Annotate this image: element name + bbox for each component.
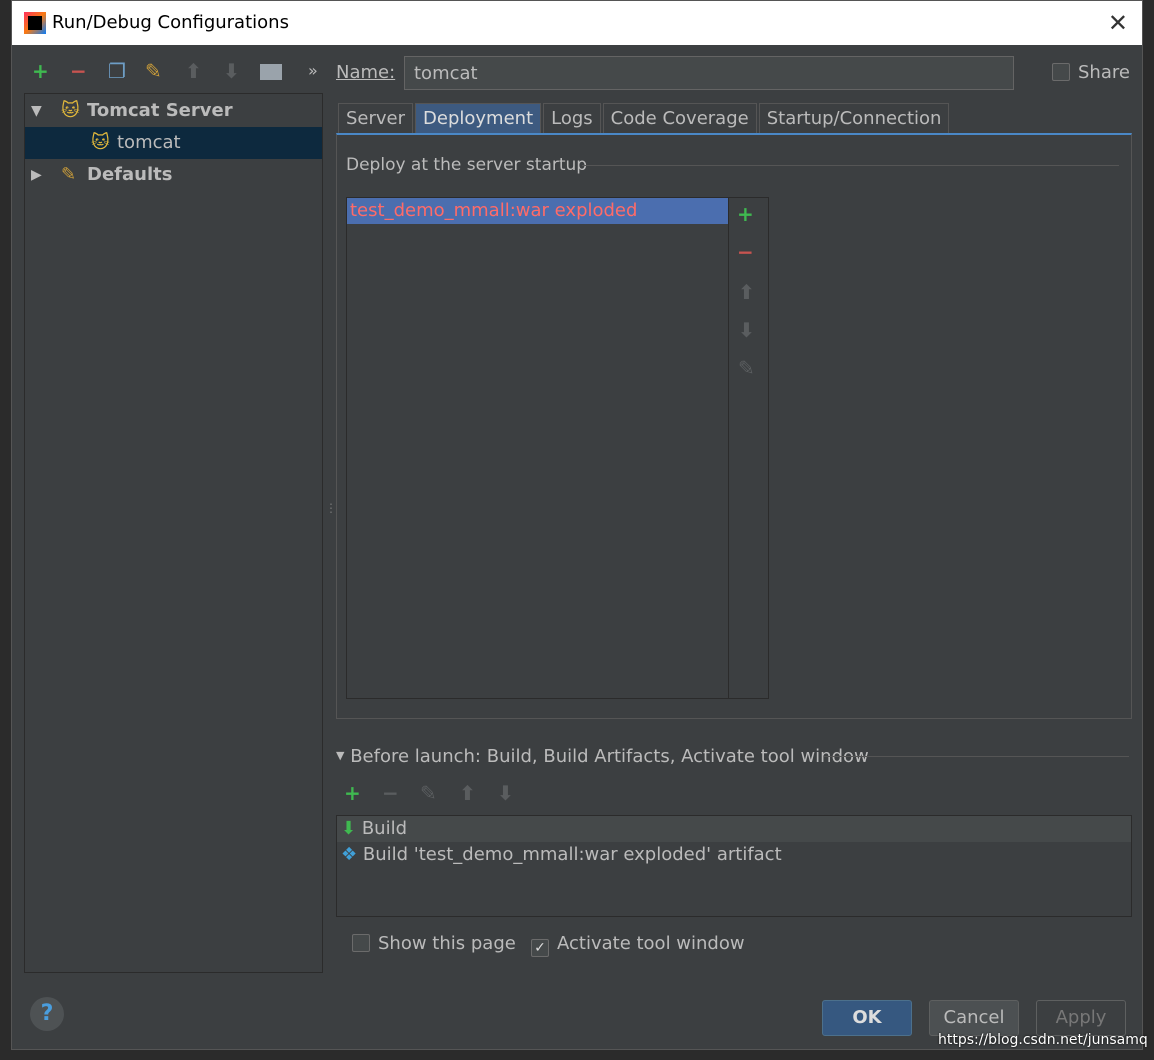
activate-tool-window-checkbox[interactable]: ✓ Activate tool window <box>531 933 745 957</box>
edit-pencil-icon[interactable]: ✎ <box>738 356 755 380</box>
apply-button[interactable]: Apply <box>1036 1000 1126 1036</box>
deployment-panel: Deploy at the server startup test_demo_m… <box>336 133 1132 719</box>
title-bar: Run/Debug Configurations ✕ <box>12 1 1142 45</box>
help-button[interactable]: ? <box>30 997 64 1031</box>
ok-button[interactable]: OK <box>822 1000 912 1036</box>
before-launch-list: ⬇ Build ❖ Build 'test_demo_mmall:war exp… <box>336 815 1132 917</box>
task-item-artifact[interactable]: ❖ Build 'test_demo_mmall:war exploded' a… <box>337 842 1131 868</box>
build-icon: ⬇ <box>341 818 357 839</box>
remove-config-button[interactable]: − <box>70 59 87 83</box>
divider <box>824 756 1129 757</box>
collapse-arrow-icon[interactable]: ▶ <box>31 159 42 191</box>
copy-config-button[interactable]: ❐ <box>108 59 126 83</box>
window-title: Run/Debug Configurations <box>52 12 289 33</box>
show-page-label: Show this page <box>378 933 516 954</box>
config-tree: ▼ 🐱 Tomcat Server 🐱 tomcat ▶ ✎ Defaults <box>24 93 323 973</box>
move-up-button[interactable]: ⬆ <box>459 781 476 805</box>
tab-logs[interactable]: Logs <box>543 103 601 133</box>
tree-label: Tomcat Server <box>87 100 233 121</box>
add-config-button[interactable]: + <box>32 59 49 83</box>
divider <box>582 165 1119 166</box>
move-down-button[interactable]: ⬇ <box>497 781 514 805</box>
intellij-logo-icon <box>24 12 46 34</box>
tab-bar: Server Deployment Logs Code Coverage Sta… <box>338 103 951 133</box>
name-label: Name: <box>336 62 396 83</box>
tree-label: tomcat <box>117 132 181 153</box>
expand-arrow-icon[interactable]: ▼ <box>31 95 42 127</box>
tree-item-tomcat[interactable]: 🐱 tomcat <box>25 127 322 159</box>
check-icon: ✓ <box>531 939 549 957</box>
before-launch-toggle[interactable]: ▼ Before launch: Build, Build Artifacts,… <box>336 746 869 767</box>
add-task-button[interactable]: + <box>344 781 361 805</box>
watermark: https://blog.csdn.net/junsamq <box>938 1032 1148 1048</box>
cancel-button[interactable]: Cancel <box>929 1000 1019 1036</box>
tree-item-defaults[interactable]: ▶ ✎ Defaults <box>25 159 322 191</box>
remove-artifact-button[interactable]: − <box>737 240 754 264</box>
deployment-list: test_demo_mmall:war exploded <box>346 197 729 699</box>
move-up-button[interactable]: ⬆ <box>738 280 755 304</box>
task-item-build[interactable]: ⬇ Build <box>337 816 1131 842</box>
wrench-icon: ✎ <box>61 164 77 185</box>
tab-deployment[interactable]: Deployment <box>415 103 542 133</box>
edit-defaults-wrench-icon[interactable]: ✎ <box>145 59 162 83</box>
expand-arrow-icon: ▼ <box>336 749 345 762</box>
run-debug-dialog: Run/Debug Configurations ✕ + − ❐ ✎ ⬆ ⬇ »… <box>11 0 1143 1050</box>
move-down-button[interactable]: ⬇ <box>223 59 240 83</box>
add-artifact-button[interactable]: + <box>737 202 754 226</box>
more-toolbar-button[interactable]: » <box>308 61 318 80</box>
deployment-actions: + − ⬆ ⬇ ✎ <box>728 197 769 699</box>
share-checkbox[interactable]: Share <box>1052 62 1130 83</box>
folder-icon[interactable] <box>260 64 282 80</box>
remove-task-button[interactable]: − <box>382 781 399 805</box>
task-label: Build 'test_demo_mmall:war exploded' art… <box>362 844 782 865</box>
name-input[interactable] <box>404 56 1014 90</box>
tab-code-coverage[interactable]: Code Coverage <box>602 103 757 133</box>
artifact-icon: ❖ <box>341 844 358 865</box>
close-icon[interactable]: ✕ <box>1108 9 1128 37</box>
tab-server[interactable]: Server <box>338 103 414 133</box>
tree-item-tomcat-server[interactable]: ▼ 🐱 Tomcat Server <box>25 95 322 127</box>
task-label: Build <box>361 818 408 839</box>
deployment-item[interactable]: test_demo_mmall:war exploded <box>347 198 728 224</box>
show-page-checkbox[interactable]: Show this page <box>352 933 516 954</box>
tree-label: Defaults <box>87 164 173 185</box>
tab-startup-connection[interactable]: Startup/Connection <box>758 103 950 133</box>
edit-task-pencil-icon[interactable]: ✎ <box>420 781 437 805</box>
tomcat-icon: 🐱 <box>91 132 110 153</box>
move-up-button[interactable]: ⬆ <box>185 59 202 83</box>
share-label: Share <box>1078 62 1130 83</box>
tomcat-icon: 🐱 <box>61 100 80 121</box>
move-down-button[interactable]: ⬇ <box>738 318 755 342</box>
activate-label: Activate tool window <box>557 933 745 954</box>
deploy-section-title: Deploy at the server startup <box>346 155 588 175</box>
before-launch-title: Before launch: Build, Build Artifacts, A… <box>350 746 869 767</box>
